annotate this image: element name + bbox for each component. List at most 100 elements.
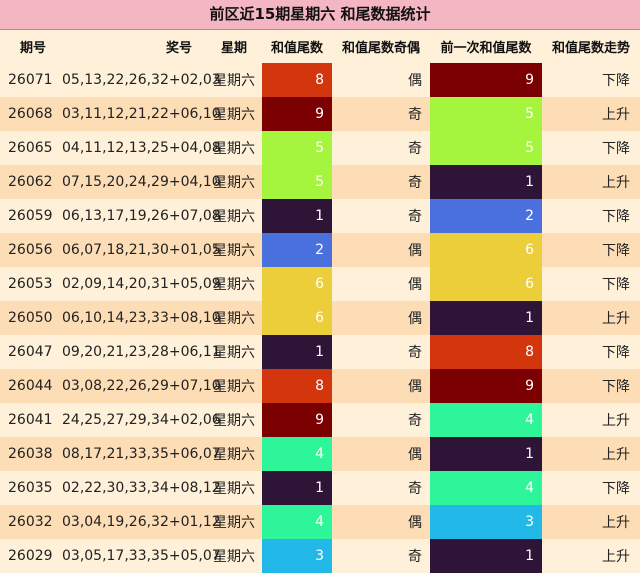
table-row: 26029 03,05,17,33,35+05,07 星期六 3 奇 1 上升 xyxy=(0,539,640,573)
prev-tail-cell: 1 xyxy=(430,539,542,573)
table-row: 26041 24,25,27,29,34+02,06 星期六 9 奇 4 上升 xyxy=(0,403,640,437)
parity-cell: 偶 xyxy=(332,369,430,403)
parity-cell: 奇 xyxy=(332,97,430,131)
trend-cell: 上升 xyxy=(542,505,640,539)
table-row: 26071 05,13,22,26,32+02,03 星期六 8 偶 9 下降 xyxy=(0,63,640,97)
weekday-cell: 星期六 xyxy=(206,335,262,369)
prev-tail-cell: 9 xyxy=(430,369,542,403)
table-row: 26053 02,09,14,20,31+05,09 星期六 6 偶 6 下降 xyxy=(0,267,640,301)
numbers-cell: 02,22,30,33,34+08,12 xyxy=(58,471,221,505)
weekday-cell: 星期六 xyxy=(206,437,262,471)
trend-cell: 上升 xyxy=(542,301,640,335)
weekday-cell: 星期六 xyxy=(206,369,262,403)
table-row: 26068 03,11,12,21,22+06,10 星期六 9 奇 5 上升 xyxy=(0,97,640,131)
parity-cell: 奇 xyxy=(332,471,430,505)
prev-tail-cell: 8 xyxy=(430,335,542,369)
weekday-cell: 星期六 xyxy=(206,267,262,301)
issue-cell: 26071 xyxy=(0,63,58,97)
weekday-cell: 星期六 xyxy=(206,199,262,233)
numbers-cell: 04,11,12,13,25+04,08 xyxy=(58,131,221,165)
issue-cell: 26050 xyxy=(0,301,58,335)
numbers-cell: 05,13,22,26,32+02,03 xyxy=(58,63,221,97)
parity-cell: 奇 xyxy=(332,539,430,573)
issue-cell: 26053 xyxy=(0,267,58,301)
parity-cell: 偶 xyxy=(332,437,430,471)
table-body: 26071 05,13,22,26,32+02,03 星期六 8 偶 9 下降 26068 03… xyxy=(0,63,640,573)
trend-cell: 上升 xyxy=(542,403,640,437)
weekday-cell: 星期六 xyxy=(206,301,262,335)
parity-cell: 偶 xyxy=(332,301,430,335)
trend-cell: 下降 xyxy=(542,233,640,267)
weekday-cell: 星期六 xyxy=(206,403,262,437)
sum-tail-cell: 4 xyxy=(262,437,332,471)
issue-cell: 26065 xyxy=(0,131,58,165)
trend-cell: 下降 xyxy=(542,199,640,233)
issue-cell: 26062 xyxy=(0,165,58,199)
parity-cell: 奇 xyxy=(332,335,430,369)
prev-tail-cell: 1 xyxy=(430,165,542,199)
parity-cell: 偶 xyxy=(332,233,430,267)
issue-cell: 26038 xyxy=(0,437,58,471)
header-trend: 和值尾数走势 xyxy=(542,30,640,63)
parity-cell: 奇 xyxy=(332,199,430,233)
issue-cell: 26032 xyxy=(0,505,58,539)
sum-tail-cell: 9 xyxy=(262,403,332,437)
weekday-cell: 星期六 xyxy=(206,539,262,573)
trend-cell: 下降 xyxy=(542,267,640,301)
header-parity: 和值尾数奇偶 xyxy=(332,30,430,63)
issue-cell: 26041 xyxy=(0,403,58,437)
header-sum-tail: 和值尾数 xyxy=(262,30,332,63)
trend-cell: 下降 xyxy=(542,335,640,369)
sum-tail-cell: 3 xyxy=(262,539,332,573)
table-row: 26035 02,22,30,33,34+08,12 星期六 1 奇 4 下降 xyxy=(0,471,640,505)
sum-tail-cell: 5 xyxy=(262,131,332,165)
trend-cell: 上升 xyxy=(542,165,640,199)
header-numbers: 奖号 xyxy=(58,30,206,63)
issue-cell: 26056 xyxy=(0,233,58,267)
prev-tail-cell: 5 xyxy=(430,131,542,165)
numbers-cell: 08,17,21,33,35+06,07 xyxy=(58,437,221,471)
numbers-cell: 07,15,20,24,29+04,10 xyxy=(58,165,221,199)
prev-tail-cell: 1 xyxy=(430,301,542,335)
numbers-cell: 06,07,18,21,30+01,05 xyxy=(58,233,221,267)
trend-cell: 下降 xyxy=(542,63,640,97)
trend-cell: 上升 xyxy=(542,539,640,573)
sum-tail-cell: 6 xyxy=(262,301,332,335)
issue-cell: 26029 xyxy=(0,539,58,573)
weekday-cell: 星期六 xyxy=(206,233,262,267)
sum-tail-cell: 2 xyxy=(262,233,332,267)
parity-cell: 偶 xyxy=(332,505,430,539)
weekday-cell: 星期六 xyxy=(206,471,262,505)
numbers-cell: 03,04,19,26,32+01,12 xyxy=(58,505,221,539)
prev-tail-cell: 4 xyxy=(430,403,542,437)
weekday-cell: 星期六 xyxy=(206,165,262,199)
table-row: 26062 07,15,20,24,29+04,10 星期六 5 奇 1 上升 xyxy=(0,165,640,199)
issue-cell: 26047 xyxy=(0,335,58,369)
issue-cell: 26068 xyxy=(0,97,58,131)
trend-cell: 下降 xyxy=(542,369,640,403)
numbers-cell: 09,20,21,23,28+06,11 xyxy=(58,335,221,369)
table-row: 26038 08,17,21,33,35+06,07 星期六 4 偶 1 上升 xyxy=(0,437,640,471)
numbers-cell: 24,25,27,29,34+02,06 xyxy=(58,403,221,437)
prev-tail-cell: 5 xyxy=(430,97,542,131)
sum-tail-cell: 1 xyxy=(262,471,332,505)
weekday-cell: 星期六 xyxy=(206,131,262,165)
stats-table: 期号 奖号 星期 和值尾数 和值尾数奇偶 前一次和值尾数 和值尾数走势 2607… xyxy=(0,30,640,573)
sum-tail-cell: 5 xyxy=(262,165,332,199)
sum-tail-cell: 9 xyxy=(262,97,332,131)
trend-cell: 上升 xyxy=(542,97,640,131)
sum-tail-cell: 6 xyxy=(262,267,332,301)
sum-tail-cell: 4 xyxy=(262,505,332,539)
numbers-cell: 03,11,12,21,22+06,10 xyxy=(58,97,221,131)
table-row: 26065 04,11,12,13,25+04,08 星期六 5 奇 5 下降 xyxy=(0,131,640,165)
sum-tail-cell: 8 xyxy=(262,63,332,97)
header-row: 期号 奖号 星期 和值尾数 和值尾数奇偶 前一次和值尾数 和值尾数走势 xyxy=(0,30,640,63)
numbers-cell: 06,10,14,23,33+08,10 xyxy=(58,301,221,335)
table-row: 26050 06,10,14,23,33+08,10 星期六 6 偶 1 上升 xyxy=(0,301,640,335)
prev-tail-cell: 4 xyxy=(430,471,542,505)
table-row: 26032 03,04,19,26,32+01,12 星期六 4 偶 3 上升 xyxy=(0,505,640,539)
table-row: 26044 03,08,22,26,29+07,10 星期六 8 偶 9 下降 xyxy=(0,369,640,403)
parity-cell: 偶 xyxy=(332,63,430,97)
prev-tail-cell: 2 xyxy=(430,199,542,233)
sum-tail-cell: 1 xyxy=(262,199,332,233)
